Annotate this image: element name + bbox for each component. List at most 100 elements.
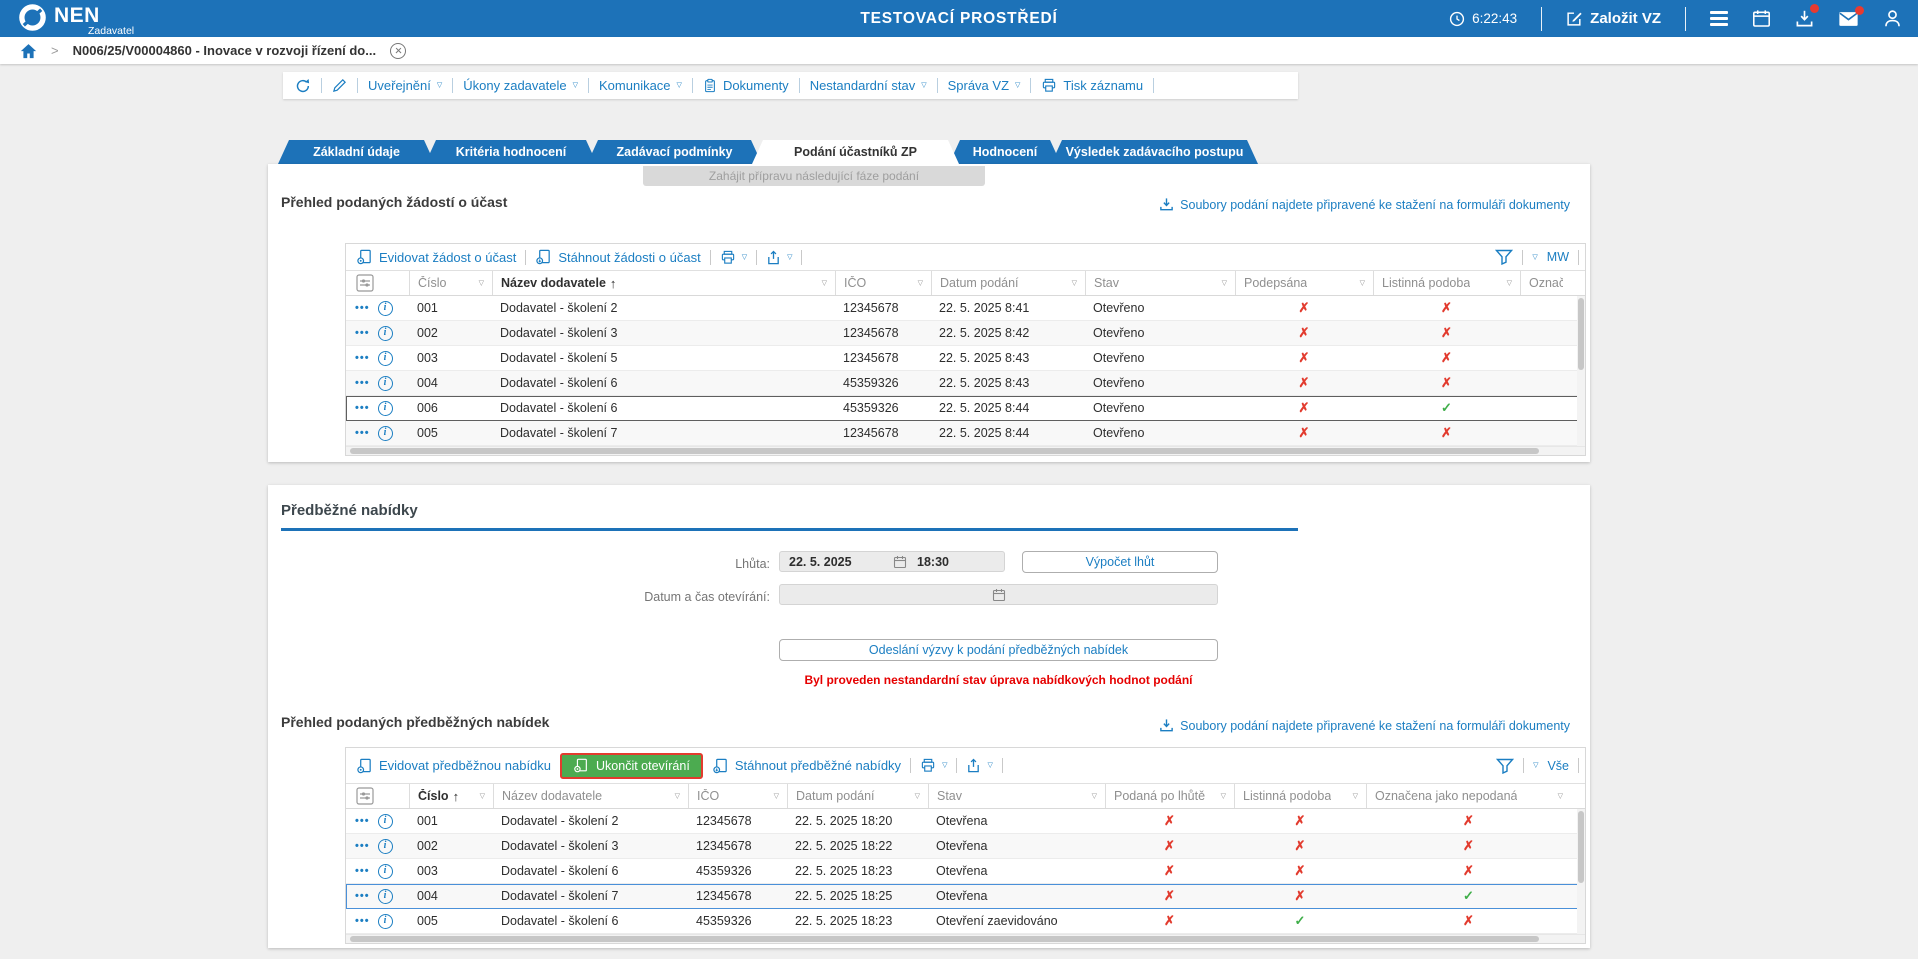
deadline-time-value[interactable]: 18:30 — [917, 555, 949, 569]
print-grid-button[interactable] — [920, 758, 947, 773]
column-filter-icon[interactable] — [479, 279, 484, 287]
tab-krit-ria-hodnocen-[interactable]: Kritéria hodnocení — [425, 140, 597, 164]
start-next-phase-button[interactable]: Zahájit přípravu následující fáze podání — [643, 166, 985, 186]
row-menu-icon[interactable] — [355, 890, 370, 902]
table-row[interactable]: 002 Dodavatel - školení 3 12345678 22. 5… — [346, 834, 1585, 859]
column-filter-icon[interactable] — [1353, 792, 1358, 800]
column-filter-icon[interactable] — [1222, 279, 1227, 287]
column-header[interactable]: Datum podání — [931, 271, 1085, 295]
deadline-field[interactable]: 22. 5. 2025 18:30 — [779, 551, 1005, 572]
column-filter-icon[interactable] — [1507, 279, 1512, 287]
table-row[interactable]: 004 Dodavatel - školení 7 12345678 22. 5… — [346, 884, 1585, 909]
row-menu-icon[interactable] — [355, 302, 370, 314]
column-header[interactable]: Číslo — [409, 271, 492, 295]
table-row[interactable]: 003 Dodavatel - školení 6 45359326 22. 5… — [346, 859, 1585, 884]
downloads-tray-button[interactable] — [1795, 9, 1814, 28]
table-row[interactable]: 005 Dodavatel - školení 7 12345678 22. 5… — [346, 421, 1585, 446]
table-row[interactable]: 001 Dodavatel - školení 2 12345678 22. 5… — [346, 296, 1585, 321]
column-header[interactable]: Datum podání — [787, 784, 928, 808]
column-filter-icon[interactable] — [1558, 792, 1563, 800]
column-header[interactable]: Označena jako nepodaná — [1366, 784, 1571, 808]
horizontal-scrollbar[interactable] — [346, 446, 1585, 455]
calendar-icon[interactable] — [1752, 9, 1771, 28]
row-menu-icon[interactable] — [355, 815, 370, 827]
export-grid-button[interactable] — [966, 758, 992, 773]
messages-button[interactable] — [1838, 11, 1859, 27]
export-grid-button[interactable] — [766, 250, 792, 265]
tab-pod-n-astn-k-zp[interactable]: Podání účastníků ZP — [752, 140, 959, 164]
column-filter-icon[interactable] — [1072, 279, 1077, 287]
refresh-button[interactable] — [295, 78, 311, 94]
column-header[interactable]: Číslo — [409, 784, 493, 808]
print-grid-button[interactable] — [720, 250, 747, 265]
view-selector[interactable]: MW — [1547, 250, 1569, 264]
column-filter-icon[interactable] — [774, 792, 779, 800]
column-header[interactable]: Podaná po lhůtě — [1105, 784, 1234, 808]
row-menu-icon[interactable] — [355, 402, 370, 414]
edit-record-button[interactable] — [332, 78, 347, 93]
vertical-scrollbar[interactable] — [1577, 809, 1585, 934]
column-filter-icon[interactable] — [1360, 279, 1365, 287]
download-requests-button[interactable]: Stáhnout žádosti o účast — [535, 249, 700, 265]
column-header[interactable]: IČO — [688, 784, 787, 808]
opening-datetime-field[interactable] — [779, 584, 1218, 605]
row-info-icon[interactable] — [378, 401, 393, 416]
vertical-scrollbar[interactable] — [1577, 296, 1585, 446]
column-header[interactable]: Stav — [1085, 271, 1235, 295]
breadcrumb-procurement-link[interactable]: N006/25/V00004860 - Inovace v rozvoji ří… — [73, 43, 376, 58]
column-filter-icon[interactable] — [918, 279, 923, 287]
table-row[interactable]: 006 Dodavatel - školení 6 45359326 22. 5… — [346, 396, 1585, 421]
row-info-icon[interactable] — [378, 301, 393, 316]
menu-dokumenty[interactable]: Dokumenty — [703, 78, 789, 93]
column-settings-cell[interactable] — [346, 784, 409, 808]
tab-hodnocen-[interactable]: Hodnocení — [949, 140, 1061, 164]
row-info-icon[interactable] — [378, 426, 393, 441]
view-selector-chevron-icon[interactable] — [1533, 762, 1538, 769]
user-profile-icon[interactable] — [1883, 9, 1902, 28]
row-info-icon[interactable] — [378, 376, 393, 391]
register-offer-button[interactable]: Evidovat předběžnou nabídku — [356, 758, 551, 774]
row-menu-icon[interactable] — [355, 327, 370, 339]
view-selector-chevron-icon[interactable] — [1532, 254, 1537, 261]
register-request-button[interactable]: Evidovat žádost o účast — [356, 249, 516, 265]
table-row[interactable]: 001 Dodavatel - školení 2 12345678 22. 5… — [346, 809, 1585, 834]
print-record-button[interactable]: Tisk záznamu — [1041, 78, 1143, 93]
menu-icon[interactable] — [1710, 11, 1728, 26]
tab-zad-vac-podm-nky[interactable]: Zadávací podmínky — [587, 140, 762, 164]
table-row[interactable]: 002 Dodavatel - školení 3 12345678 22. 5… — [346, 321, 1585, 346]
close-record-icon[interactable] — [390, 43, 406, 59]
filter-icon[interactable] — [1496, 758, 1514, 774]
row-menu-icon[interactable] — [355, 915, 370, 927]
row-menu-icon[interactable] — [355, 840, 370, 852]
deadline-date-value[interactable]: 22. 5. 2025 — [789, 555, 893, 569]
tab-z-kladn-daje[interactable]: Základní údaje — [278, 140, 435, 164]
home-icon[interactable] — [20, 43, 37, 59]
end-opening-button[interactable]: Ukončit otevírání — [560, 753, 703, 779]
row-info-icon[interactable] — [378, 351, 393, 366]
column-filter-icon[interactable] — [822, 279, 827, 287]
column-filter-icon[interactable] — [480, 792, 485, 800]
row-menu-icon[interactable] — [355, 352, 370, 364]
table-row[interactable]: 003 Dodavatel - školení 5 12345678 22. 5… — [346, 346, 1585, 371]
menu-komunikace[interactable]: Komunikace — [599, 78, 682, 93]
menu-nestandardni-stav[interactable]: Nestandardní stav — [810, 78, 927, 93]
column-filter-icon[interactable] — [915, 792, 920, 800]
row-info-icon[interactable] — [378, 326, 393, 341]
tab-v-sledek-zad-vac-ho-postupu[interactable]: Výsledek zadávacího postupu — [1051, 140, 1258, 164]
menu-uverejneni[interactable]: Uveřejnění — [368, 78, 442, 93]
menu-ukony-zadavatele[interactable]: Úkony zadavatele — [463, 78, 578, 93]
column-header[interactable]: Název dodavatele — [492, 271, 835, 295]
column-header[interactable]: Listinná podoba — [1234, 784, 1366, 808]
column-header[interactable]: Název dodavatele — [493, 784, 688, 808]
horizontal-scrollbar[interactable] — [346, 934, 1585, 943]
row-info-icon[interactable] — [378, 864, 393, 879]
menu-sprava-vz[interactable]: Správa VZ — [948, 78, 1021, 93]
row-menu-icon[interactable] — [355, 427, 370, 439]
column-filter-icon[interactable] — [1092, 792, 1097, 800]
column-header[interactable]: Označena jako nepodaná — [1520, 271, 1571, 295]
column-header[interactable]: IČO — [835, 271, 931, 295]
filter-icon[interactable] — [1495, 249, 1513, 265]
create-vz-button[interactable]: Založit VZ — [1566, 10, 1661, 27]
row-info-icon[interactable] — [378, 914, 393, 929]
prelim-download-hint-link[interactable]: Soubory podání najdete připravené ke sta… — [1159, 718, 1570, 733]
